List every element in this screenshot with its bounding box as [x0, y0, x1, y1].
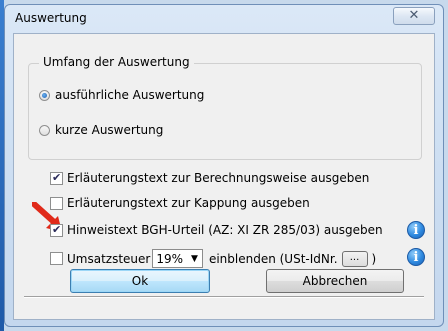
info-icon-bgh[interactable]: i: [407, 221, 425, 239]
radio-button-short[interactable]: [39, 124, 50, 136]
option-bgh-label: Hinweistext BGH-Urteil (AZ: XI ZR 285/03…: [67, 223, 383, 237]
checkbox-bgh[interactable]: [50, 223, 63, 237]
option-umsatzsteuer-suffix: einblenden (USt-IdNr.: [208, 251, 338, 266]
window-title: Auswertung: [15, 11, 87, 25]
option-kappung-label: Erläuterungstext zur Kappung ausgeben: [67, 196, 310, 210]
radio-short-label: kurze Auswertung: [55, 123, 164, 137]
option-berechnung-label: Erläuterungstext zur Berechnungsweise au…: [67, 171, 370, 185]
radio-short[interactable]: kurze Auswertung: [39, 123, 163, 137]
ust-idnr-button[interactable]: ...: [341, 250, 368, 267]
option-umsatzsteuer[interactable]: Umsatzsteuer 19% ▼ einblenden (USt-IdNr.…: [50, 249, 376, 268]
close-icon: ✕: [408, 8, 420, 23]
cancel-button[interactable]: Abbrechen: [266, 269, 404, 293]
option-bgh[interactable]: Hinweistext BGH-Urteil (AZ: XI ZR 285/03…: [50, 223, 383, 237]
title-bar[interactable]: Auswertung ✕: [5, 5, 443, 31]
close-button[interactable]: ✕: [393, 7, 435, 25]
checkbox-umsatzsteuer[interactable]: [50, 252, 63, 265]
separator: [24, 296, 424, 298]
vat-rate-select[interactable]: 19% ▼: [152, 249, 203, 268]
close-paren: ): [371, 251, 377, 266]
scope-legend: Umfang der Auswertung: [39, 55, 194, 69]
option-berechnung[interactable]: Erläuterungstext zur Berechnungsweise au…: [50, 171, 369, 185]
radio-detailed[interactable]: ausführliche Auswertung: [39, 88, 204, 102]
info-icon-umsatzsteuer[interactable]: i: [407, 248, 425, 266]
dialog-content: Umfang der Auswertung ausführliche Auswe…: [13, 33, 435, 320]
scope-groupbox: Umfang der Auswertung ausführliche Auswe…: [28, 55, 422, 160]
vat-rate-value: 19%: [156, 251, 184, 266]
option-umsatzsteuer-label: Umsatzsteuer: [67, 251, 151, 266]
ok-button[interactable]: Ok: [70, 269, 210, 293]
radio-detailed-label: ausführliche Auswertung: [55, 88, 205, 102]
checkbox-berechnung[interactable]: [50, 171, 63, 185]
checkbox-kappung[interactable]: [50, 196, 63, 210]
radio-button-detailed[interactable]: [39, 89, 50, 101]
chevron-down-icon: ▼: [191, 253, 198, 264]
dialog-window: Auswertung ✕ Umfang der Auswertung ausfü…: [4, 4, 444, 327]
option-kappung[interactable]: Erläuterungstext zur Kappung ausgeben: [50, 196, 310, 210]
